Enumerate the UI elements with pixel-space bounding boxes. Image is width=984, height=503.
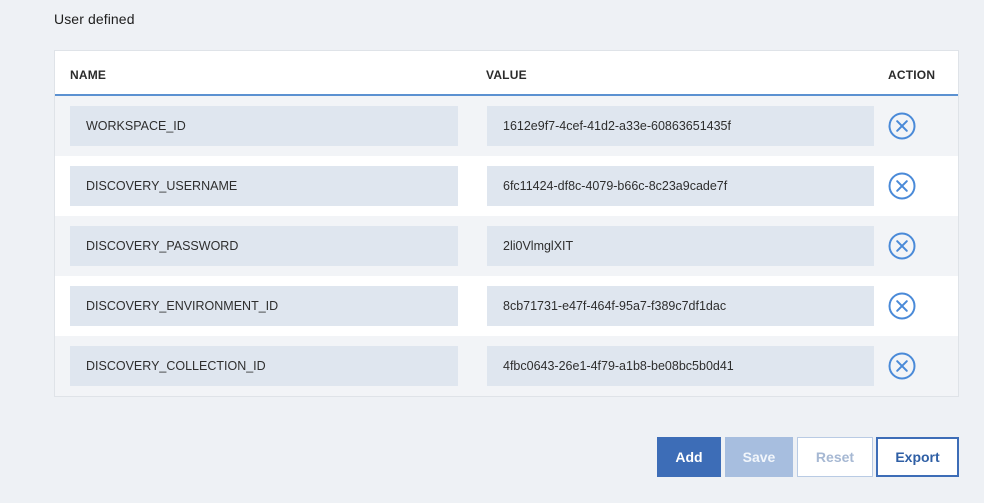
remove-circle-x-icon — [888, 172, 916, 200]
remove-row-button[interactable] — [887, 171, 917, 201]
remove-circle-x-icon — [888, 112, 916, 140]
table-row: DISCOVERY_PASSWORD 2li0VlmglXIT — [55, 216, 958, 276]
section-title: User defined — [54, 11, 135, 27]
variable-name-field[interactable]: DISCOVERY_USERNAME — [70, 166, 458, 206]
remove-row-button[interactable] — [887, 111, 917, 141]
table-row: DISCOVERY_ENVIRONMENT_ID 8cb71731-e47f-4… — [55, 276, 958, 336]
reset-button[interactable]: Reset — [797, 437, 873, 477]
variable-name-field[interactable]: DISCOVERY_PASSWORD — [70, 226, 458, 266]
add-button[interactable]: Add — [657, 437, 721, 477]
variables-table: NAME VALUE ACTION WORKSPACE_ID 1612e9f7-… — [54, 50, 959, 397]
table-row: WORKSPACE_ID 1612e9f7-4cef-41d2-a33e-608… — [55, 96, 958, 156]
table-header: NAME VALUE ACTION — [55, 51, 958, 96]
column-header-action: ACTION — [888, 68, 936, 82]
variable-value-field[interactable]: 4fbc0643-26e1-4f79-a1b8-be08bc5b0d41 — [487, 346, 874, 386]
variable-name-field[interactable]: DISCOVERY_ENVIRONMENT_ID — [70, 286, 458, 326]
variable-value-field[interactable]: 6fc11424-df8c-4079-b66c-8c23a9cade7f — [487, 166, 874, 206]
remove-circle-x-icon — [888, 352, 916, 380]
save-button[interactable]: Save — [725, 437, 793, 477]
export-button[interactable]: Export — [876, 437, 959, 477]
variable-value-field[interactable]: 8cb71731-e47f-464f-95a7-f389c7df1dac — [487, 286, 874, 326]
variable-value-field[interactable]: 1612e9f7-4cef-41d2-a33e-60863651435f — [487, 106, 874, 146]
action-buttons: Add Save Reset Export — [0, 437, 984, 477]
remove-row-button[interactable] — [887, 351, 917, 381]
variable-name-field[interactable]: DISCOVERY_COLLECTION_ID — [70, 346, 458, 386]
table-row: DISCOVERY_COLLECTION_ID 4fbc0643-26e1-4f… — [55, 336, 958, 396]
table-row: DISCOVERY_USERNAME 6fc11424-df8c-4079-b6… — [55, 156, 958, 216]
remove-circle-x-icon — [888, 232, 916, 260]
remove-circle-x-icon — [888, 292, 916, 320]
column-header-name: NAME — [70, 68, 107, 82]
variable-name-field[interactable]: WORKSPACE_ID — [70, 106, 458, 146]
variable-value-field[interactable]: 2li0VlmglXIT — [487, 226, 874, 266]
remove-row-button[interactable] — [887, 291, 917, 321]
remove-row-button[interactable] — [887, 231, 917, 261]
column-header-value: VALUE — [486, 68, 527, 82]
